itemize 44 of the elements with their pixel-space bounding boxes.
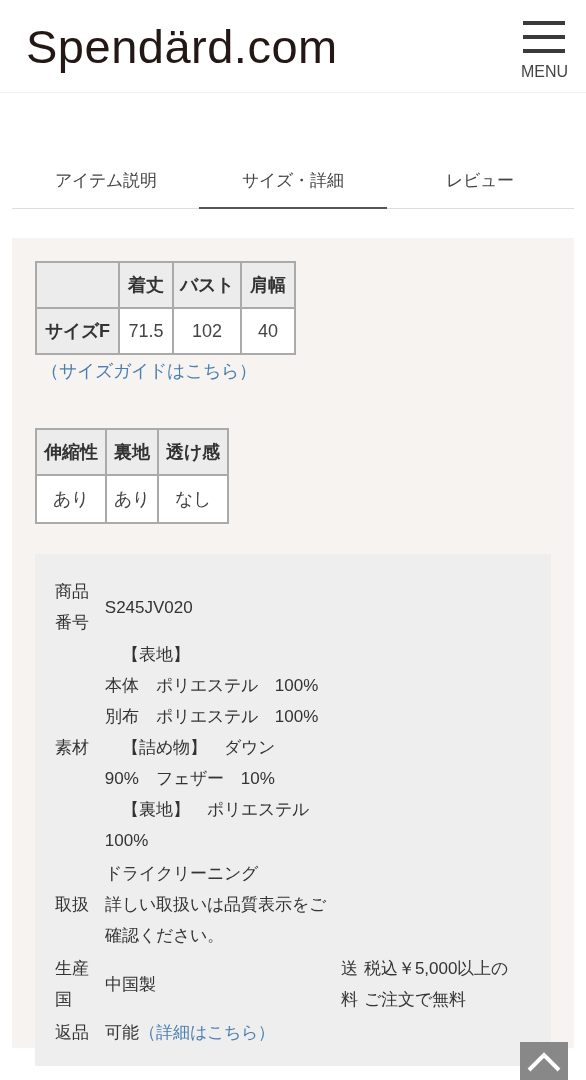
spec-value: 税込￥5,000以上の xyxy=(363,959,509,978)
spec-label: 送料 xyxy=(340,958,358,1011)
spec-value: 確認ください。 xyxy=(104,926,224,945)
spec-value: 中国製 xyxy=(104,974,156,994)
spec-value: 詳しい取扱いは品質表示をご xyxy=(104,895,326,914)
spec-label: 返品 xyxy=(55,1022,90,1044)
menu-button[interactable]: MENU xyxy=(520,21,568,81)
site-logo[interactable]: Spendärd.com xyxy=(26,18,338,74)
spec-value: 別布 ポリエステル 100% xyxy=(104,707,319,726)
menu-icon xyxy=(523,21,566,53)
spec-label: 生産国 xyxy=(55,958,90,1011)
table-cell: なし xyxy=(158,475,228,523)
spec-label: 商品番号 xyxy=(55,581,90,634)
spec-value: 【裏地】 ポリエステル xyxy=(120,800,309,819)
back-to-top-button[interactable] xyxy=(520,1042,568,1080)
spec-value: 90% フェザー 10% xyxy=(104,769,275,788)
tab[interactable]: レビュー xyxy=(386,153,574,209)
column-header: 透け感 xyxy=(158,429,228,475)
spec-label: 素材 xyxy=(55,737,90,759)
spec-value: 可能 xyxy=(104,1023,139,1042)
column-header: 肩幅 xyxy=(241,262,295,308)
table-cell: 102 xyxy=(173,308,241,354)
column-header: 着丈 xyxy=(119,262,173,308)
spec-value: ドライクリーニング xyxy=(104,864,258,883)
spec-value: 【詰め物】 ダウン xyxy=(120,738,275,757)
details-link[interactable]: （詳細はこちら） xyxy=(138,1023,275,1042)
chevron-up-icon xyxy=(527,1052,561,1072)
tab[interactable]: サイズ・詳細 xyxy=(199,153,387,209)
table-cell: あり xyxy=(106,475,158,523)
column-header: 伸縮性 xyxy=(36,429,106,475)
spec-value: S245JV020 xyxy=(104,597,193,617)
spec-value: 【表地】 xyxy=(120,645,190,664)
spec-label: 取扱 xyxy=(55,894,90,916)
table-cell: 40 xyxy=(241,308,295,354)
spec-value: 100% xyxy=(104,831,149,850)
tab[interactable]: アイテム説明 xyxy=(12,153,200,209)
table-cell: あり xyxy=(36,475,106,523)
row-header: サイズF xyxy=(36,308,119,354)
spec-value: ご注文で無料 xyxy=(363,990,466,1009)
size-guide-link[interactable]: （サイズガイドはこちら） xyxy=(41,359,551,383)
column-header: 裏地 xyxy=(106,429,158,475)
column-header: バスト xyxy=(173,262,241,308)
spec-value: 本体 ポリエステル 100% xyxy=(104,676,319,695)
table-cell: 71.5 xyxy=(119,308,173,354)
